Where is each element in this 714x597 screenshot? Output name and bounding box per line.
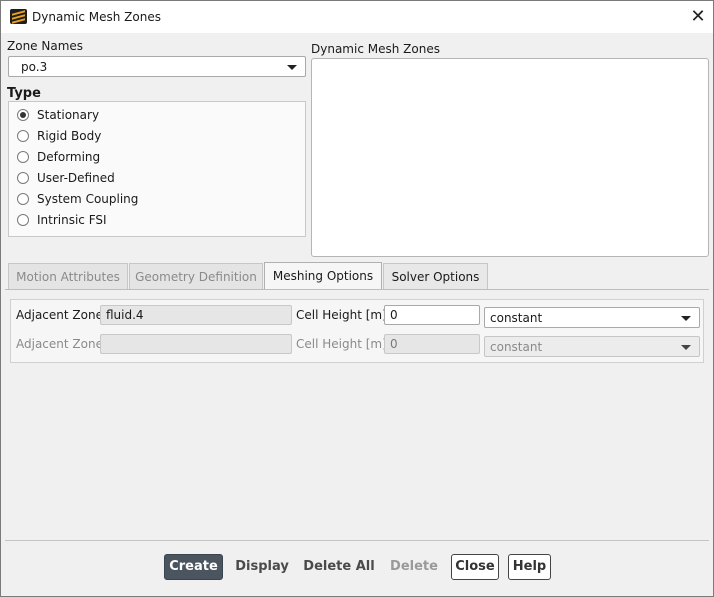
cell-height-method-dropdown-disabled: constant — [484, 336, 700, 357]
radio-button[interactable] — [17, 172, 29, 184]
close-icon[interactable]: ✕ — [687, 6, 709, 28]
cell-height-input-disabled: 0 — [384, 334, 480, 354]
zone-names-label: Zone Names — [7, 39, 84, 53]
zone-names-value: po.3 — [21, 60, 48, 74]
help-button[interactable]: Help — [508, 554, 551, 580]
type-label: Type — [7, 86, 41, 101]
adjacent-zone-field: fluid.4 — [100, 305, 292, 325]
cell-height-method-value: constant — [490, 311, 543, 325]
chevron-down-icon — [287, 65, 297, 70]
type-group: Stationary Rigid Body Deforming User-Def… — [8, 101, 306, 237]
dynamic-mesh-zones-label: Dynamic Mesh Zones — [311, 42, 440, 56]
radio-button[interactable] — [17, 130, 29, 142]
cell-height-method-value-disabled: constant — [490, 340, 543, 354]
delete-button[interactable]: Delete — [387, 554, 441, 580]
radio-label: System Coupling — [37, 192, 139, 206]
tab-divider — [5, 289, 709, 290]
adjacent-zone-label-disabled: Adjacent Zone — [16, 337, 103, 351]
radio-label: Rigid Body — [37, 129, 102, 143]
cell-height-label: Cell Height [m] — [296, 308, 387, 322]
tab-geometry-definition[interactable]: Geometry Definition — [129, 263, 263, 289]
dynamic-mesh-zones-dialog: Dynamic Mesh Zones ✕ Zone Names po.3 Typ… — [0, 0, 714, 597]
delete-all-button[interactable]: Delete All — [301, 554, 377, 580]
tab-motion-attributes[interactable]: Motion Attributes — [8, 263, 128, 289]
radio-button[interactable] — [17, 214, 29, 226]
adjacent-zone-label: Adjacent Zone — [16, 308, 103, 322]
radio-button[interactable] — [17, 151, 29, 163]
tab-solver-options[interactable]: Solver Options — [383, 263, 488, 289]
radio-button[interactable] — [17, 193, 29, 205]
radio-label: Deforming — [37, 150, 101, 164]
display-button[interactable]: Display — [233, 554, 291, 580]
adjacent-zone-field-disabled — [100, 334, 292, 354]
cell-height-input[interactable]: 0 — [384, 305, 480, 325]
cell-height-label-disabled: Cell Height [m] — [296, 337, 387, 351]
tab-meshing-options[interactable]: Meshing Options — [264, 262, 382, 290]
radio-label: Intrinsic FSI — [37, 213, 107, 227]
chevron-down-icon — [681, 316, 691, 321]
cell-height-method-dropdown[interactable]: constant — [484, 307, 700, 328]
dynamic-mesh-zones-list[interactable] — [311, 58, 709, 257]
zone-names-dropdown[interactable]: po.3 — [8, 56, 306, 77]
close-button[interactable]: Close — [451, 554, 499, 580]
radio-label: Stationary — [37, 108, 100, 122]
chevron-down-icon — [681, 345, 691, 350]
footer-divider — [5, 540, 709, 541]
window-title: Dynamic Mesh Zones — [32, 10, 161, 24]
radio-button-checked[interactable] — [17, 109, 29, 121]
meshing-options-panel: Adjacent Zone fluid.4 Cell Height [m] 0 … — [10, 299, 704, 363]
radio-label: User-Defined — [37, 171, 115, 185]
fluent-app-icon — [10, 9, 27, 24]
create-button[interactable]: Create — [164, 554, 223, 580]
title-bar: Dynamic Mesh Zones ✕ — [1, 1, 713, 33]
